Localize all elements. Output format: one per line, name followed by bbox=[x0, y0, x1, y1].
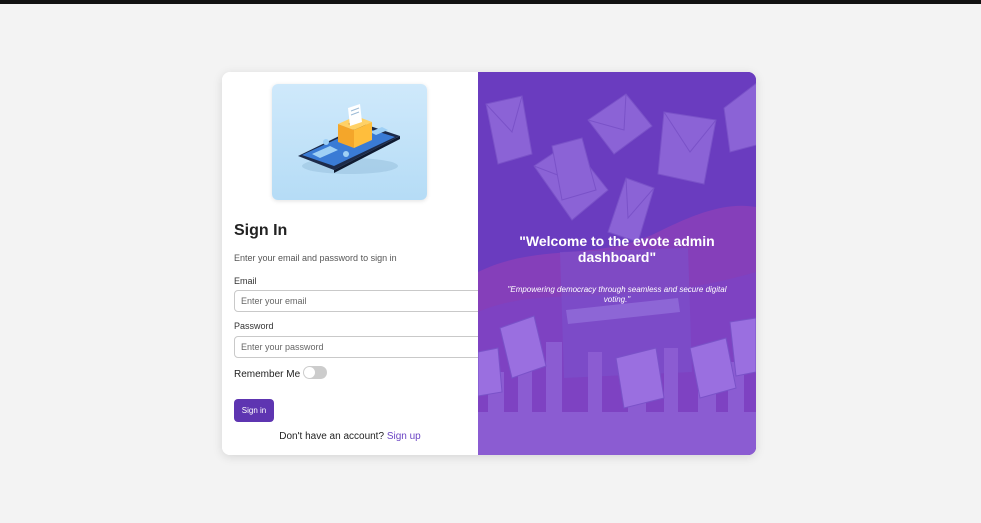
no-account-text: Don't have an account? bbox=[279, 431, 385, 442]
signin-panel: Sign In Enter your email and password to… bbox=[222, 72, 484, 455]
sign-up-link[interactable]: Sign up bbox=[387, 431, 421, 442]
top-edge-bar bbox=[0, 0, 981, 4]
signin-subtitle: Enter your email and password to sign in bbox=[234, 253, 397, 263]
sign-in-button[interactable]: Sign in bbox=[234, 399, 274, 422]
login-card: Sign In Enter your email and password to… bbox=[222, 72, 756, 455]
phone-ballot-illustration bbox=[272, 84, 427, 200]
toggle-knob bbox=[304, 367, 315, 378]
phone-ballot-icon bbox=[298, 104, 400, 174]
signup-prompt: Don't have an account? Sign up bbox=[222, 431, 478, 442]
email-field[interactable] bbox=[234, 290, 484, 312]
password-field[interactable] bbox=[234, 336, 484, 358]
remember-me-toggle[interactable] bbox=[303, 366, 327, 379]
signin-title: Sign In bbox=[234, 222, 288, 239]
email-label: Email bbox=[234, 276, 257, 286]
remember-me-label: Remember Me bbox=[234, 369, 301, 380]
welcome-headline: "Welcome to the evote admin dashboard" bbox=[519, 233, 715, 265]
welcome-panel: "Welcome to the evote admin dashboard" "… bbox=[478, 72, 756, 455]
password-label: Password bbox=[234, 321, 274, 331]
welcome-tagline: "Empowering democracy through seamless a… bbox=[507, 285, 727, 304]
